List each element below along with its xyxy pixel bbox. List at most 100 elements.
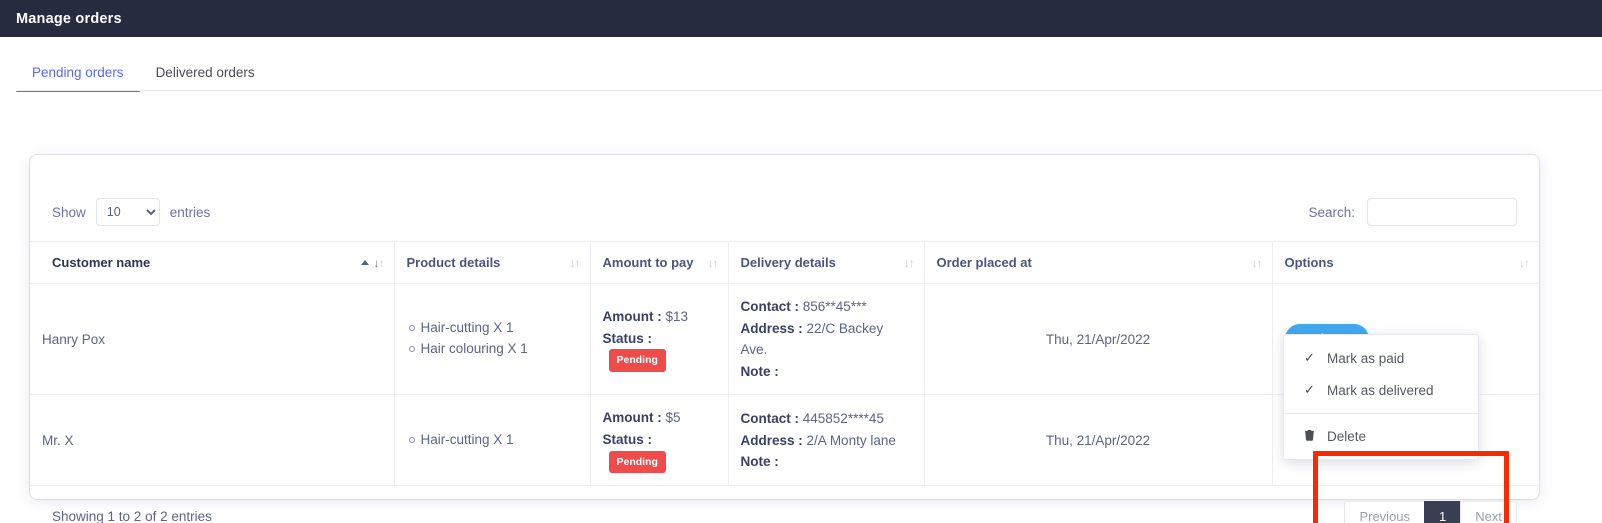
amount-value: $5 <box>665 410 681 426</box>
sort-updown-icon[interactable]: ↓↑ <box>708 257 719 269</box>
contact-label: Contact : <box>740 299 800 314</box>
contact-value: 856**45*** <box>802 299 867 314</box>
list-item: Hair colouring X 1 <box>408 339 578 360</box>
contact-value: 445852****45 <box>802 410 884 426</box>
sort-controls[interactable]: ↓↑ <box>904 257 915 269</box>
search-input[interactable] <box>1367 198 1517 226</box>
page-length-select[interactable]: 10 25 50 100 <box>95 198 160 226</box>
list-item: Hair-cutting X 1 <box>408 430 578 451</box>
check-icon: ✓ <box>1304 350 1315 365</box>
column-label: Order placed at <box>936 255 1032 270</box>
pagination: Previous 1 Next <box>1344 500 1517 523</box>
column-header-order-placed-at[interactable]: Order placed at ↓↑ <box>924 241 1273 284</box>
amount-line: Amount : $13 <box>603 306 716 328</box>
menu-item-label: Mark as delivered <box>1327 382 1434 398</box>
sort-updown-icon[interactable]: ↓↑ <box>374 257 385 269</box>
address-line: Address : 22/C Backey Ave. <box>741 318 912 361</box>
contact-line: Contact : 856**45*** <box>741 296 912 318</box>
sort-updown-icon[interactable]: ↓↑ <box>570 257 581 269</box>
status-label: Status : <box>602 431 653 447</box>
note-label: Note : <box>740 363 779 379</box>
search-control: Search: <box>1308 198 1517 226</box>
sort-updown-icon[interactable]: ↓↑ <box>1519 257 1530 269</box>
status-line: Status : Pending <box>602 429 716 474</box>
sort-controls[interactable]: ↓↑ <box>1519 257 1530 269</box>
entries-label: entries <box>169 204 211 220</box>
cell-product-details: Hair-cutting X 1 <box>394 394 591 487</box>
caret-up-icon[interactable] <box>360 260 369 265</box>
cell-order-placed-at: Thu, 21/Apr/2022 <box>924 283 1273 396</box>
sort-updown-icon[interactable]: ↓↑ <box>1252 257 1263 269</box>
sort-updown-icon[interactable]: ↓↑ <box>904 257 915 269</box>
pagination-previous[interactable]: Previous <box>1344 500 1425 523</box>
address-value: 2/A Monty lane <box>806 432 896 448</box>
column-header-customer-name[interactable]: Customer name ↓↑ <box>30 241 395 284</box>
note-line: Note : <box>741 361 912 383</box>
cell-customer-name: Mr. X <box>30 394 395 487</box>
action-dropdown-menu[interactable]: ✓ Mark as paid ✓ Mark as delivered Delet… <box>1283 334 1479 460</box>
sort-controls[interactable]: ↓↑ <box>360 257 385 269</box>
column-header-options[interactable]: Options ↓↑ <box>1272 241 1539 284</box>
status-badge: Pending <box>608 450 666 474</box>
amount-label: Amount : <box>602 410 662 426</box>
amount-line: Amount : $5 <box>603 407 716 429</box>
tab-pending-orders[interactable]: Pending orders <box>16 65 140 92</box>
pagination-page-1[interactable]: 1 <box>1424 500 1461 523</box>
menu-item-label: Delete <box>1327 429 1367 444</box>
address-label: Address : <box>740 432 803 448</box>
contact-line: Contact : 445852****45 <box>741 408 912 430</box>
column-header-delivery-details[interactable]: Delivery details ↓↑ <box>728 241 925 284</box>
cell-delivery-details: Contact : 856**45*** Address : 22/C Back… <box>728 283 925 396</box>
tab-pending-orders-label: Pending orders <box>32 65 124 80</box>
cell-customer-name: Hanry Pox <box>30 283 395 396</box>
cell-product-details: Hair-cutting X 1 Hair colouring X 1 <box>394 283 591 396</box>
list-item: Hair-cutting X 1 <box>408 318 578 339</box>
column-label: Delivery details <box>740 255 836 270</box>
cell-delivery-details: Contact : 445852****45 Address : 2/A Mon… <box>728 394 925 487</box>
contact-label: Contact : <box>740 410 800 426</box>
column-label: Product details <box>406 255 501 270</box>
show-label: Show <box>52 204 86 220</box>
search-label: Search: <box>1308 204 1355 220</box>
address-line: Address : 2/A Monty lane <box>741 430 912 452</box>
cell-amount-to-pay: Amount : $13 Status : Pending <box>590 283 729 396</box>
column-label: Options <box>1284 255 1334 270</box>
page-length-control: Show 10 25 50 100 entries <box>52 198 210 226</box>
tab-delivered-orders[interactable]: Delivered orders <box>140 65 271 91</box>
menu-item-mark-as-delivered[interactable]: ✓ Mark as delivered <box>1284 374 1478 406</box>
tab-bar: Pending orders Delivered orders <box>0 37 1602 92</box>
column-label: Amount to pay <box>602 255 694 270</box>
menu-item-mark-as-paid[interactable]: ✓ Mark as paid <box>1284 342 1478 374</box>
table-controls: Show 10 25 50 100 entries Search: <box>30 155 1539 241</box>
sort-controls[interactable]: ↓↑ <box>708 257 719 269</box>
sort-controls[interactable]: ↓↑ <box>570 257 581 269</box>
trash-icon <box>1304 429 1317 444</box>
cell-amount-to-pay: Amount : $5 Status : Pending <box>590 394 729 487</box>
orders-card: Show 10 25 50 100 entries Search: <box>30 155 1539 523</box>
note-label: Note : <box>740 454 779 470</box>
column-header-product-details[interactable]: Product details ↓↑ <box>394 241 591 284</box>
product-list: Hair-cutting X 1 <box>407 430 578 451</box>
app-title: Manage orders <box>16 10 122 27</box>
amount-label: Amount : <box>602 309 662 325</box>
column-label: Customer name <box>52 255 151 270</box>
amount-value: $13 <box>665 309 689 325</box>
table-info: Showing 1 to 2 of 2 entries <box>52 508 212 523</box>
product-list: Hair-cutting X 1 Hair colouring X 1 <box>407 318 578 360</box>
status-badge: Pending <box>608 349 666 373</box>
sort-controls[interactable]: ↓↑ <box>1252 257 1263 269</box>
menu-divider <box>1284 413 1478 414</box>
status-line: Status : Pending <box>602 328 716 373</box>
cell-order-placed-at: Thu, 21/Apr/2022 <box>924 394 1273 487</box>
table-header-row: Customer name ↓↑ Product details ↓↑ Amou… <box>30 241 1539 284</box>
address-label: Address : <box>740 320 803 336</box>
tab-delivered-orders-label: Delivered orders <box>155 65 255 80</box>
column-header-amount-to-pay[interactable]: Amount to pay ↓↑ <box>590 241 729 284</box>
check-icon: ✓ <box>1304 382 1315 397</box>
page-body: Pending orders Delivered orders Show 10 … <box>0 37 1602 523</box>
note-line: Note : <box>741 451 912 473</box>
table-footer: Showing 1 to 2 of 2 entries Previous 1 N… <box>30 486 1539 523</box>
menu-item-delete[interactable]: Delete <box>1284 421 1478 452</box>
status-label: Status : <box>602 330 653 346</box>
pagination-next[interactable]: Next <box>1460 500 1517 523</box>
